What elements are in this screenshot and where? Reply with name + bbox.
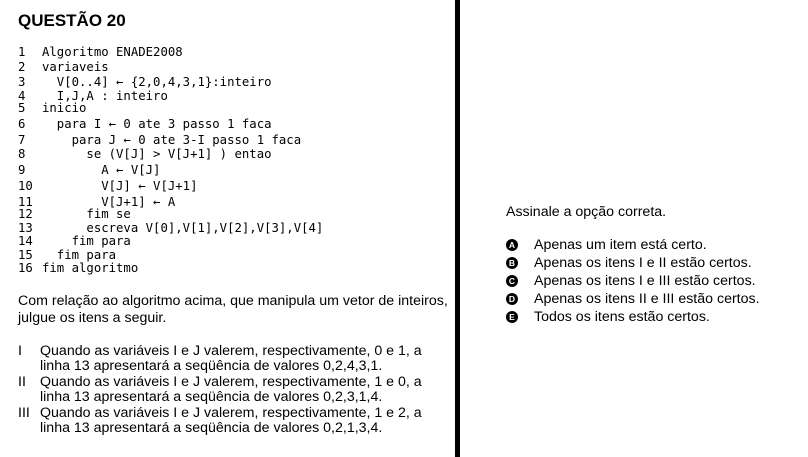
option-a[interactable]: A Apenas um item está certo. xyxy=(506,236,760,254)
line-number: 12 xyxy=(18,207,33,221)
code-line: 5 inicio xyxy=(18,101,86,116)
item-text: Quando as variáveis I e J valerem, respe… xyxy=(40,374,422,405)
code-line: 6 para I ← 0 ate 3 passo 1 faca xyxy=(18,117,272,132)
line-text: Algoritmo ENADE2008 xyxy=(42,45,183,59)
letter-bullet-icon: A xyxy=(506,239,518,251)
code-line: 8 se (V[J] > V[J+1] ) entao xyxy=(18,147,272,162)
line-text: inicio xyxy=(42,101,87,115)
code-line: 14 fim para xyxy=(18,234,131,249)
line-text: variaveis xyxy=(42,60,109,74)
option-text: Apenas um item está certo. xyxy=(534,237,707,253)
intro-paragraph: Com relação ao algoritmo acima, que mani… xyxy=(18,293,448,326)
items-list: I Quando as variáveis I e J valerem, res… xyxy=(18,344,448,437)
line-number: 10 xyxy=(18,179,33,193)
line-number: 8 xyxy=(18,147,26,161)
option-c[interactable]: C Apenas os itens I e III estão certos. xyxy=(506,272,760,290)
list-item: I Quando as variáveis I e J valerem, res… xyxy=(18,344,448,373)
code-line: 16 fim algoritmo xyxy=(18,261,138,276)
line-text: V[J] ← V[J+1] xyxy=(42,179,198,193)
line-number: 1 xyxy=(18,45,26,59)
list-item: III Quando as variáveis I e J valerem, r… xyxy=(18,406,448,435)
letter-bullet-icon: B xyxy=(506,257,518,269)
line-number: 16 xyxy=(18,261,33,275)
question-title: QUESTÃO 20 xyxy=(18,11,126,30)
code-line: 7 para J ← 0 ate 3-I passo 1 faca xyxy=(18,133,301,148)
code-line: 2 variaveis xyxy=(18,60,109,75)
item-marker: III xyxy=(18,405,30,421)
letter-bullet-icon: C xyxy=(506,275,518,287)
option-b[interactable]: B Apenas os itens I e II estão certos. xyxy=(506,254,760,272)
line-number: 6 xyxy=(18,117,26,131)
line-text: para I ← 0 ate 3 passo 1 faca xyxy=(42,117,272,131)
line-number: 9 xyxy=(18,163,26,177)
line-number: 7 xyxy=(18,133,26,147)
option-text: Apenas os itens I e III estão certos. xyxy=(534,273,756,289)
line-text: fim algoritmo xyxy=(42,261,139,275)
line-number: 14 xyxy=(18,234,33,248)
option-text: Apenas os itens I e II estão certos. xyxy=(534,255,752,271)
line-text: V[0..4] ← {2,0,4,3,1}:inteiro xyxy=(42,75,272,89)
line-text: escreva V[0],V[1],V[2],V[3],V[4] xyxy=(42,221,324,235)
line-number: 5 xyxy=(18,101,26,115)
line-text: fim se xyxy=(42,207,131,221)
item-marker: II xyxy=(18,374,26,390)
code-line: 1 Algoritmo ENADE2008 xyxy=(18,45,183,60)
letter-bullet-icon: E xyxy=(506,311,518,323)
item-text: Quando as variáveis I e J valerem, respe… xyxy=(40,343,422,374)
item-marker: I xyxy=(18,343,22,359)
option-text: Apenas os itens II e III estão certos. xyxy=(534,291,760,307)
instruction-text: Assinale a opção correta. xyxy=(506,204,667,220)
line-text: fim para xyxy=(42,248,117,262)
code-line: 3 V[0..4] ← {2,0,4,3,1}:inteiro xyxy=(18,75,272,90)
letter-bullet-icon: D xyxy=(506,293,518,305)
line-text: se (V[J] > V[J+1] ) entao xyxy=(42,147,272,161)
column-divider xyxy=(455,0,460,457)
item-text: Quando as variáveis I e J valerem, respe… xyxy=(40,405,422,436)
list-item: II Quando as variáveis I e J valerem, re… xyxy=(18,375,448,404)
option-e[interactable]: E Todos os itens estão certos. xyxy=(506,308,760,326)
code-line: 10 V[J] ← V[J+1] xyxy=(18,179,197,194)
code-line: 9 A ← V[J] xyxy=(18,163,160,178)
option-text: Todos os itens estão certos. xyxy=(534,309,710,325)
code-line: 12 fim se xyxy=(18,207,131,222)
line-text: para J ← 0 ate 3-I passo 1 faca xyxy=(42,133,302,147)
line-text: fim para xyxy=(42,234,131,248)
line-number: 2 xyxy=(18,60,26,74)
option-d[interactable]: D Apenas os itens II e III estão certos. xyxy=(506,290,760,308)
answer-options: A Apenas um item está certo. B Apenas os… xyxy=(506,236,760,326)
line-number: 3 xyxy=(18,75,26,89)
line-text: A ← V[J] xyxy=(42,163,161,177)
